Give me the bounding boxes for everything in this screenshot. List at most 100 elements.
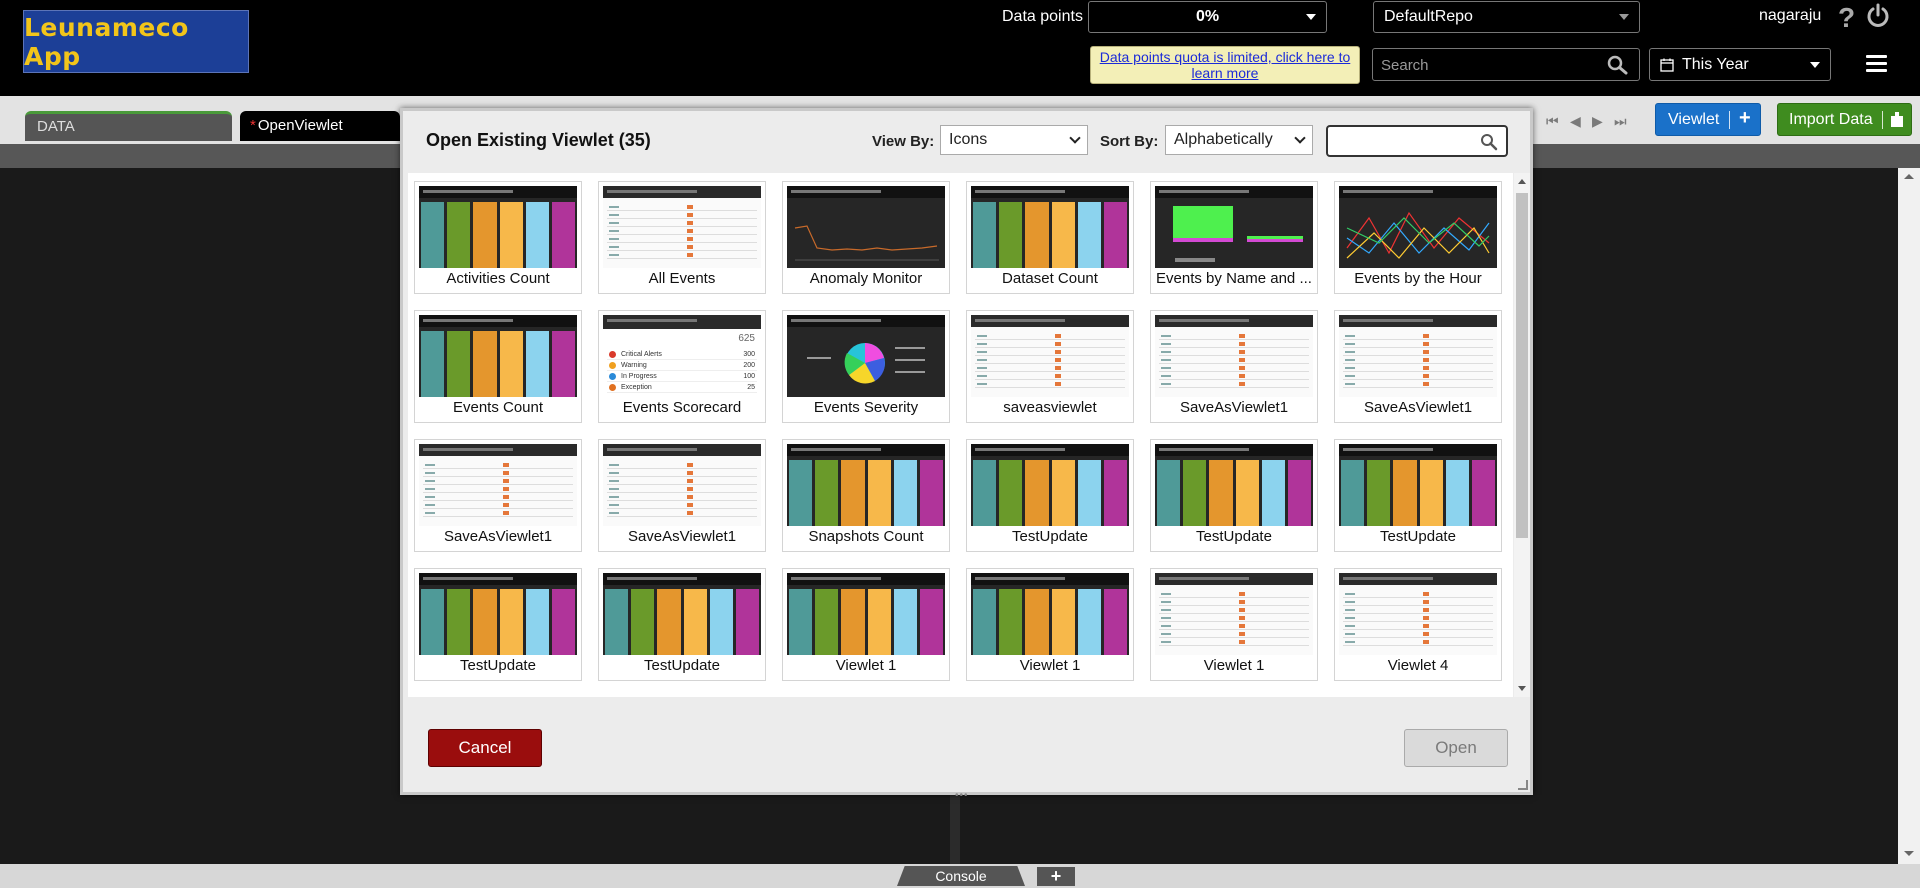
drag-handle-icon[interactable]: •••	[955, 790, 969, 801]
scroll-thumb[interactable]	[1516, 193, 1528, 538]
cancel-button[interactable]: Cancel	[428, 729, 542, 767]
viewlet-tile[interactable]: Events by Name and ...	[1150, 181, 1318, 294]
viewlet-thumbnail: 625 Critical Alerts 300 Warning 200 In Progre…	[603, 315, 761, 397]
viewlet-tile[interactable]: SaveAsViewlet1	[1150, 310, 1318, 423]
add-console-button[interactable]: +	[1037, 867, 1075, 886]
viewlet-tile[interactable]: Snapshots Count	[782, 439, 950, 552]
viewlet-tile[interactable]: 625 Critical Alerts 300 Warning 200 In Progre…	[598, 310, 766, 423]
viewlet-tile[interactable]: SaveAsViewlet1	[598, 439, 766, 552]
viewlet-thumbnail	[419, 315, 577, 397]
scroll-up-icon[interactable]	[1518, 179, 1526, 184]
import-data-button[interactable]: Import Data	[1777, 103, 1912, 136]
quota-notice-link[interactable]: Data points quota is limited, click here…	[1090, 46, 1360, 84]
next-page-icon[interactable]: ▶	[1592, 113, 1603, 130]
viewlet-tile[interactable]: Dataset Count	[966, 181, 1134, 294]
viewlet-tile-label: Snapshots Count	[808, 528, 924, 545]
viewlet-tile[interactable]: All Events	[598, 181, 766, 294]
viewlet-tile-label: TestUpdate	[1196, 528, 1272, 545]
dialog-title: Open Existing Viewlet (35)	[426, 130, 651, 150]
help-icon[interactable]: ?	[1838, 2, 1855, 34]
viewlet-thumbnail	[1339, 186, 1497, 268]
repo-select[interactable]: DefaultRepo	[1373, 1, 1640, 33]
unsaved-marker: *	[250, 117, 256, 134]
viewlet-tile[interactable]: TestUpdate	[966, 439, 1134, 552]
scorecard-row: In Progress 100	[607, 371, 757, 382]
plus-icon: +	[1739, 107, 1751, 129]
workspace-scrollbar[interactable]	[1898, 168, 1920, 864]
first-page-icon[interactable]: ⏮	[1546, 113, 1559, 130]
viewlet-thumbnail	[787, 573, 945, 655]
tab-data[interactable]: DATA	[25, 111, 232, 141]
data-points-label: Data points	[1002, 8, 1083, 25]
last-page-icon[interactable]: ⏭	[1614, 113, 1627, 130]
tab-open-viewlet-label: OpenViewlet	[257, 117, 343, 134]
resize-grip-icon[interactable]	[1518, 780, 1528, 790]
viewlet-tile[interactable]: Viewlet 1	[1150, 568, 1318, 681]
viewlet-tile[interactable]: TestUpdate	[1150, 439, 1318, 552]
viewlet-tile-label: TestUpdate	[1380, 528, 1456, 545]
console-tab[interactable]: Console	[897, 866, 1025, 886]
filter-input[interactable]	[1333, 132, 1473, 150]
viewlet-tile[interactable]: SaveAsViewlet1	[414, 439, 582, 552]
search-input[interactable]	[1381, 55, 1601, 75]
viewlet-tile[interactable]: TestUpdate	[1334, 439, 1502, 552]
viewlet-tile[interactable]: Viewlet 4	[1334, 568, 1502, 681]
filter-field[interactable]	[1326, 125, 1508, 157]
new-viewlet-button[interactable]: Viewlet +	[1655, 103, 1761, 136]
sort-by-select[interactable]: Alphabetically	[1165, 125, 1313, 155]
viewlet-thumbnail	[971, 315, 1129, 397]
viewlet-tile-label: TestUpdate	[1012, 528, 1088, 545]
power-icon[interactable]	[1865, 3, 1891, 29]
search-icon[interactable]	[1607, 55, 1629, 75]
prev-page-icon[interactable]: ◀	[1570, 113, 1581, 130]
viewlet-thumbnail	[971, 444, 1129, 526]
viewlet-grid: Activities Count All Events Anomaly Monito…	[408, 173, 1513, 697]
viewlet-tile[interactable]: Viewlet 1	[966, 568, 1134, 681]
viewlet-tile-label: Viewlet 1	[1203, 657, 1265, 674]
viewlet-thumbnail	[1339, 315, 1497, 397]
viewlet-tile-label: SaveAsViewlet1	[627, 528, 737, 545]
viewlet-tile-label: Events Scorecard	[622, 399, 742, 416]
username[interactable]: nagaraju	[1759, 7, 1821, 25]
grid-scrollbar[interactable]	[1514, 173, 1530, 697]
viewlet-thumbnail	[1339, 573, 1497, 655]
viewlet-tile[interactable]: Anomaly Monitor	[782, 181, 950, 294]
viewlet-tile[interactable]: Events by the Hour	[1334, 181, 1502, 294]
hamburger-menu-icon[interactable]	[1866, 55, 1887, 72]
app-logo[interactable]: Leunameco App	[23, 10, 249, 73]
viewlet-thumbnail	[971, 573, 1129, 655]
viewlet-tile[interactable]: Activities Count	[414, 181, 582, 294]
repo-value: DefaultRepo	[1384, 8, 1473, 25]
chevron-down-icon	[1810, 61, 1820, 68]
data-points-value: 0%	[1195, 8, 1220, 25]
date-range-select[interactable]: This Year	[1649, 48, 1831, 81]
viewlet-thumbnail	[1339, 444, 1497, 526]
viewlet-tile-label: SaveAsViewlet1	[1363, 399, 1473, 416]
viewlet-tile[interactable]: saveasviewlet	[966, 310, 1134, 423]
scorecard-row: Exception 25	[607, 382, 757, 393]
viewlet-thumbnail	[1155, 315, 1313, 397]
open-button[interactable]: Open	[1404, 729, 1508, 767]
viewlet-tile-label: Dataset Count	[1002, 270, 1098, 287]
open-viewlet-dialog: Open Existing Viewlet (35) View By: Icon…	[400, 108, 1533, 795]
scorecard-total: 625	[738, 333, 755, 344]
data-points-select[interactable]: 0%	[1088, 1, 1327, 33]
viewlet-tile[interactable]: Events Count	[414, 310, 582, 423]
sort-by-label: Sort By:	[1100, 133, 1159, 150]
viewlet-tile[interactable]: TestUpdate	[414, 568, 582, 681]
tab-open-viewlet[interactable]: * OpenViewlet	[240, 111, 400, 141]
viewlet-tile[interactable]: TestUpdate	[598, 568, 766, 681]
search-field[interactable]	[1372, 48, 1640, 81]
viewlet-tile[interactable]: SaveAsViewlet1	[1334, 310, 1502, 423]
scroll-down-icon[interactable]	[1518, 686, 1526, 691]
viewlet-tile[interactable]: Events Severity	[782, 310, 950, 423]
view-by-select[interactable]: Icons	[940, 125, 1088, 155]
chevron-down-icon	[1294, 132, 1306, 144]
viewlet-tile[interactable]: Viewlet 1	[782, 568, 950, 681]
viewlet-tile-label: Events by the Hour	[1354, 270, 1482, 287]
scorecard-row: Warning 200	[607, 360, 757, 371]
search-icon[interactable]	[1480, 133, 1498, 151]
viewlet-thumbnail	[787, 186, 945, 268]
viewlet-thumbnail	[419, 444, 577, 526]
top-header: Leunameco App Data points 0% DefaultRepo…	[0, 0, 1920, 96]
